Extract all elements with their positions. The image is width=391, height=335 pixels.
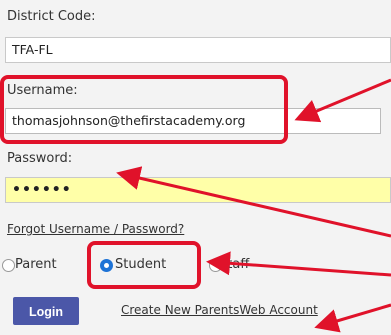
district-code-label: District Code: xyxy=(7,9,96,24)
password-label: Password: xyxy=(7,151,73,166)
arrow-to-login-row xyxy=(314,303,391,333)
staff-radio-label[interactable]: Staff xyxy=(219,257,249,272)
forgot-credentials-link[interactable]: Forgot Username / Password? xyxy=(7,222,184,236)
create-account-link[interactable]: Create New ParentsWeb Account xyxy=(121,303,318,317)
student-highlight-box xyxy=(87,241,201,289)
parent-radio-label[interactable]: Parent xyxy=(15,257,57,272)
password-field[interactable]: •••••• xyxy=(5,177,391,203)
login-panel: District Code: TFA-FL Username: thomasjo… xyxy=(0,0,391,335)
district-code-field[interactable]: TFA-FL xyxy=(5,37,391,63)
login-button[interactable]: Login xyxy=(13,297,79,325)
username-highlight-box xyxy=(0,75,288,144)
parent-radio[interactable] xyxy=(2,259,15,272)
